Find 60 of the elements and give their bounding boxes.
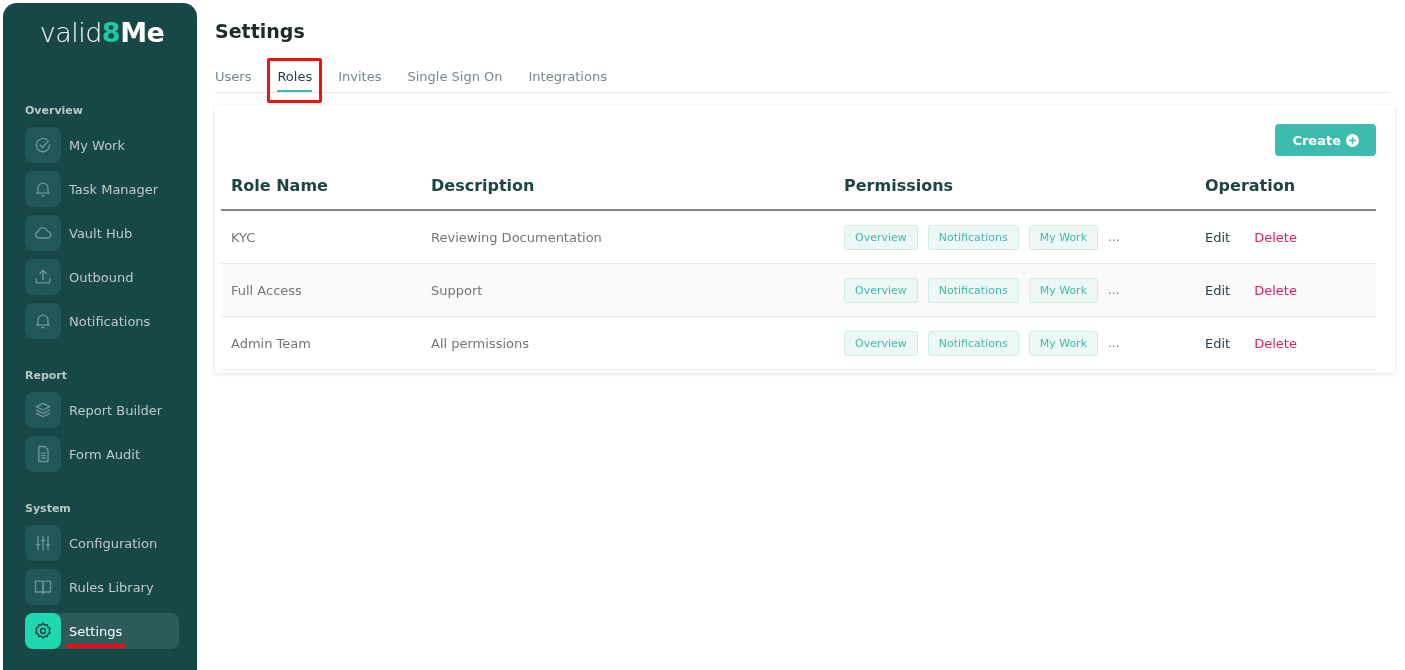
cloud-icon xyxy=(25,215,61,251)
delete-link[interactable]: Delete xyxy=(1254,335,1297,351)
section-title: System xyxy=(25,502,72,515)
permission-tag: Notifications xyxy=(927,224,1019,250)
delete-link[interactable]: Delete xyxy=(1254,229,1297,245)
plus-circle-icon xyxy=(1346,133,1359,147)
sidebar-item[interactable]: Report Builder xyxy=(25,392,179,428)
table-cell: KYC xyxy=(221,210,421,264)
document-icon xyxy=(25,436,61,472)
sidebar-item[interactable]: Configuration xyxy=(25,525,179,561)
table-cell: Support xyxy=(421,263,834,317)
section-title: Report xyxy=(25,369,69,382)
sidebar-item[interactable]: Form Audit xyxy=(25,436,179,472)
layers-icon xyxy=(25,392,61,428)
edit-link[interactable]: Edit xyxy=(1205,282,1231,298)
logo-eight: 8 xyxy=(101,17,121,48)
permission-tag: Notifications xyxy=(927,277,1019,303)
sidebar-item[interactable]: My Work xyxy=(25,127,179,163)
permission-tag: My Work xyxy=(1028,330,1098,356)
more-text: ... xyxy=(1108,283,1120,297)
sidebar-item[interactable]: Task Manager xyxy=(25,171,179,207)
permission-tag: My Work xyxy=(1028,224,1098,250)
bell-icon xyxy=(25,171,61,207)
section-title: Overview xyxy=(25,104,84,117)
column-header: Permissions xyxy=(834,162,1195,210)
page-title: Settings xyxy=(215,20,306,42)
sidebar-item[interactable]: Rules Library xyxy=(25,569,179,605)
permission-tag: Overview xyxy=(844,277,918,303)
more-text: ... xyxy=(1108,336,1120,350)
sliders-icon xyxy=(25,525,61,561)
more-text: ... xyxy=(1108,230,1120,244)
table-cell: Admin Team xyxy=(221,316,421,370)
tab[interactable]: Roles xyxy=(277,69,313,92)
column-header: Description xyxy=(421,162,834,210)
logo-text: Me xyxy=(120,17,165,48)
sidebar-item[interactable]: Vault Hub xyxy=(25,215,179,251)
logo-text: valid xyxy=(39,17,102,48)
sidebar-item[interactable]: Outbound xyxy=(25,259,179,295)
column-header: Operation xyxy=(1195,162,1376,210)
permission-tag: Notifications xyxy=(927,330,1019,356)
sidebar-item[interactable]: Notifications xyxy=(25,303,179,339)
table-cell: Full Access xyxy=(221,263,421,317)
book-icon xyxy=(25,569,61,605)
edit-link[interactable]: Edit xyxy=(1205,229,1231,245)
sidebar-item[interactable]: Settings xyxy=(25,613,179,649)
settings-icon xyxy=(25,613,61,649)
column-header: Role Name xyxy=(221,162,421,210)
tab[interactable]: Users xyxy=(215,69,252,92)
tab[interactable]: Single Sign On xyxy=(407,69,503,92)
edit-link[interactable]: Edit xyxy=(1205,335,1231,351)
permission-tag: Overview xyxy=(844,330,918,356)
permission-tag: Overview xyxy=(844,224,918,250)
table-cell: Reviewing Documentation xyxy=(421,210,834,264)
table-cell: All permissions xyxy=(421,316,834,370)
delete-link[interactable]: Delete xyxy=(1254,282,1297,298)
bell-icon xyxy=(25,303,61,339)
upload-icon xyxy=(25,259,61,295)
tab[interactable]: Invites xyxy=(338,69,382,92)
permission-tag: My Work xyxy=(1028,277,1098,303)
tab[interactable]: Integrations xyxy=(528,69,607,92)
